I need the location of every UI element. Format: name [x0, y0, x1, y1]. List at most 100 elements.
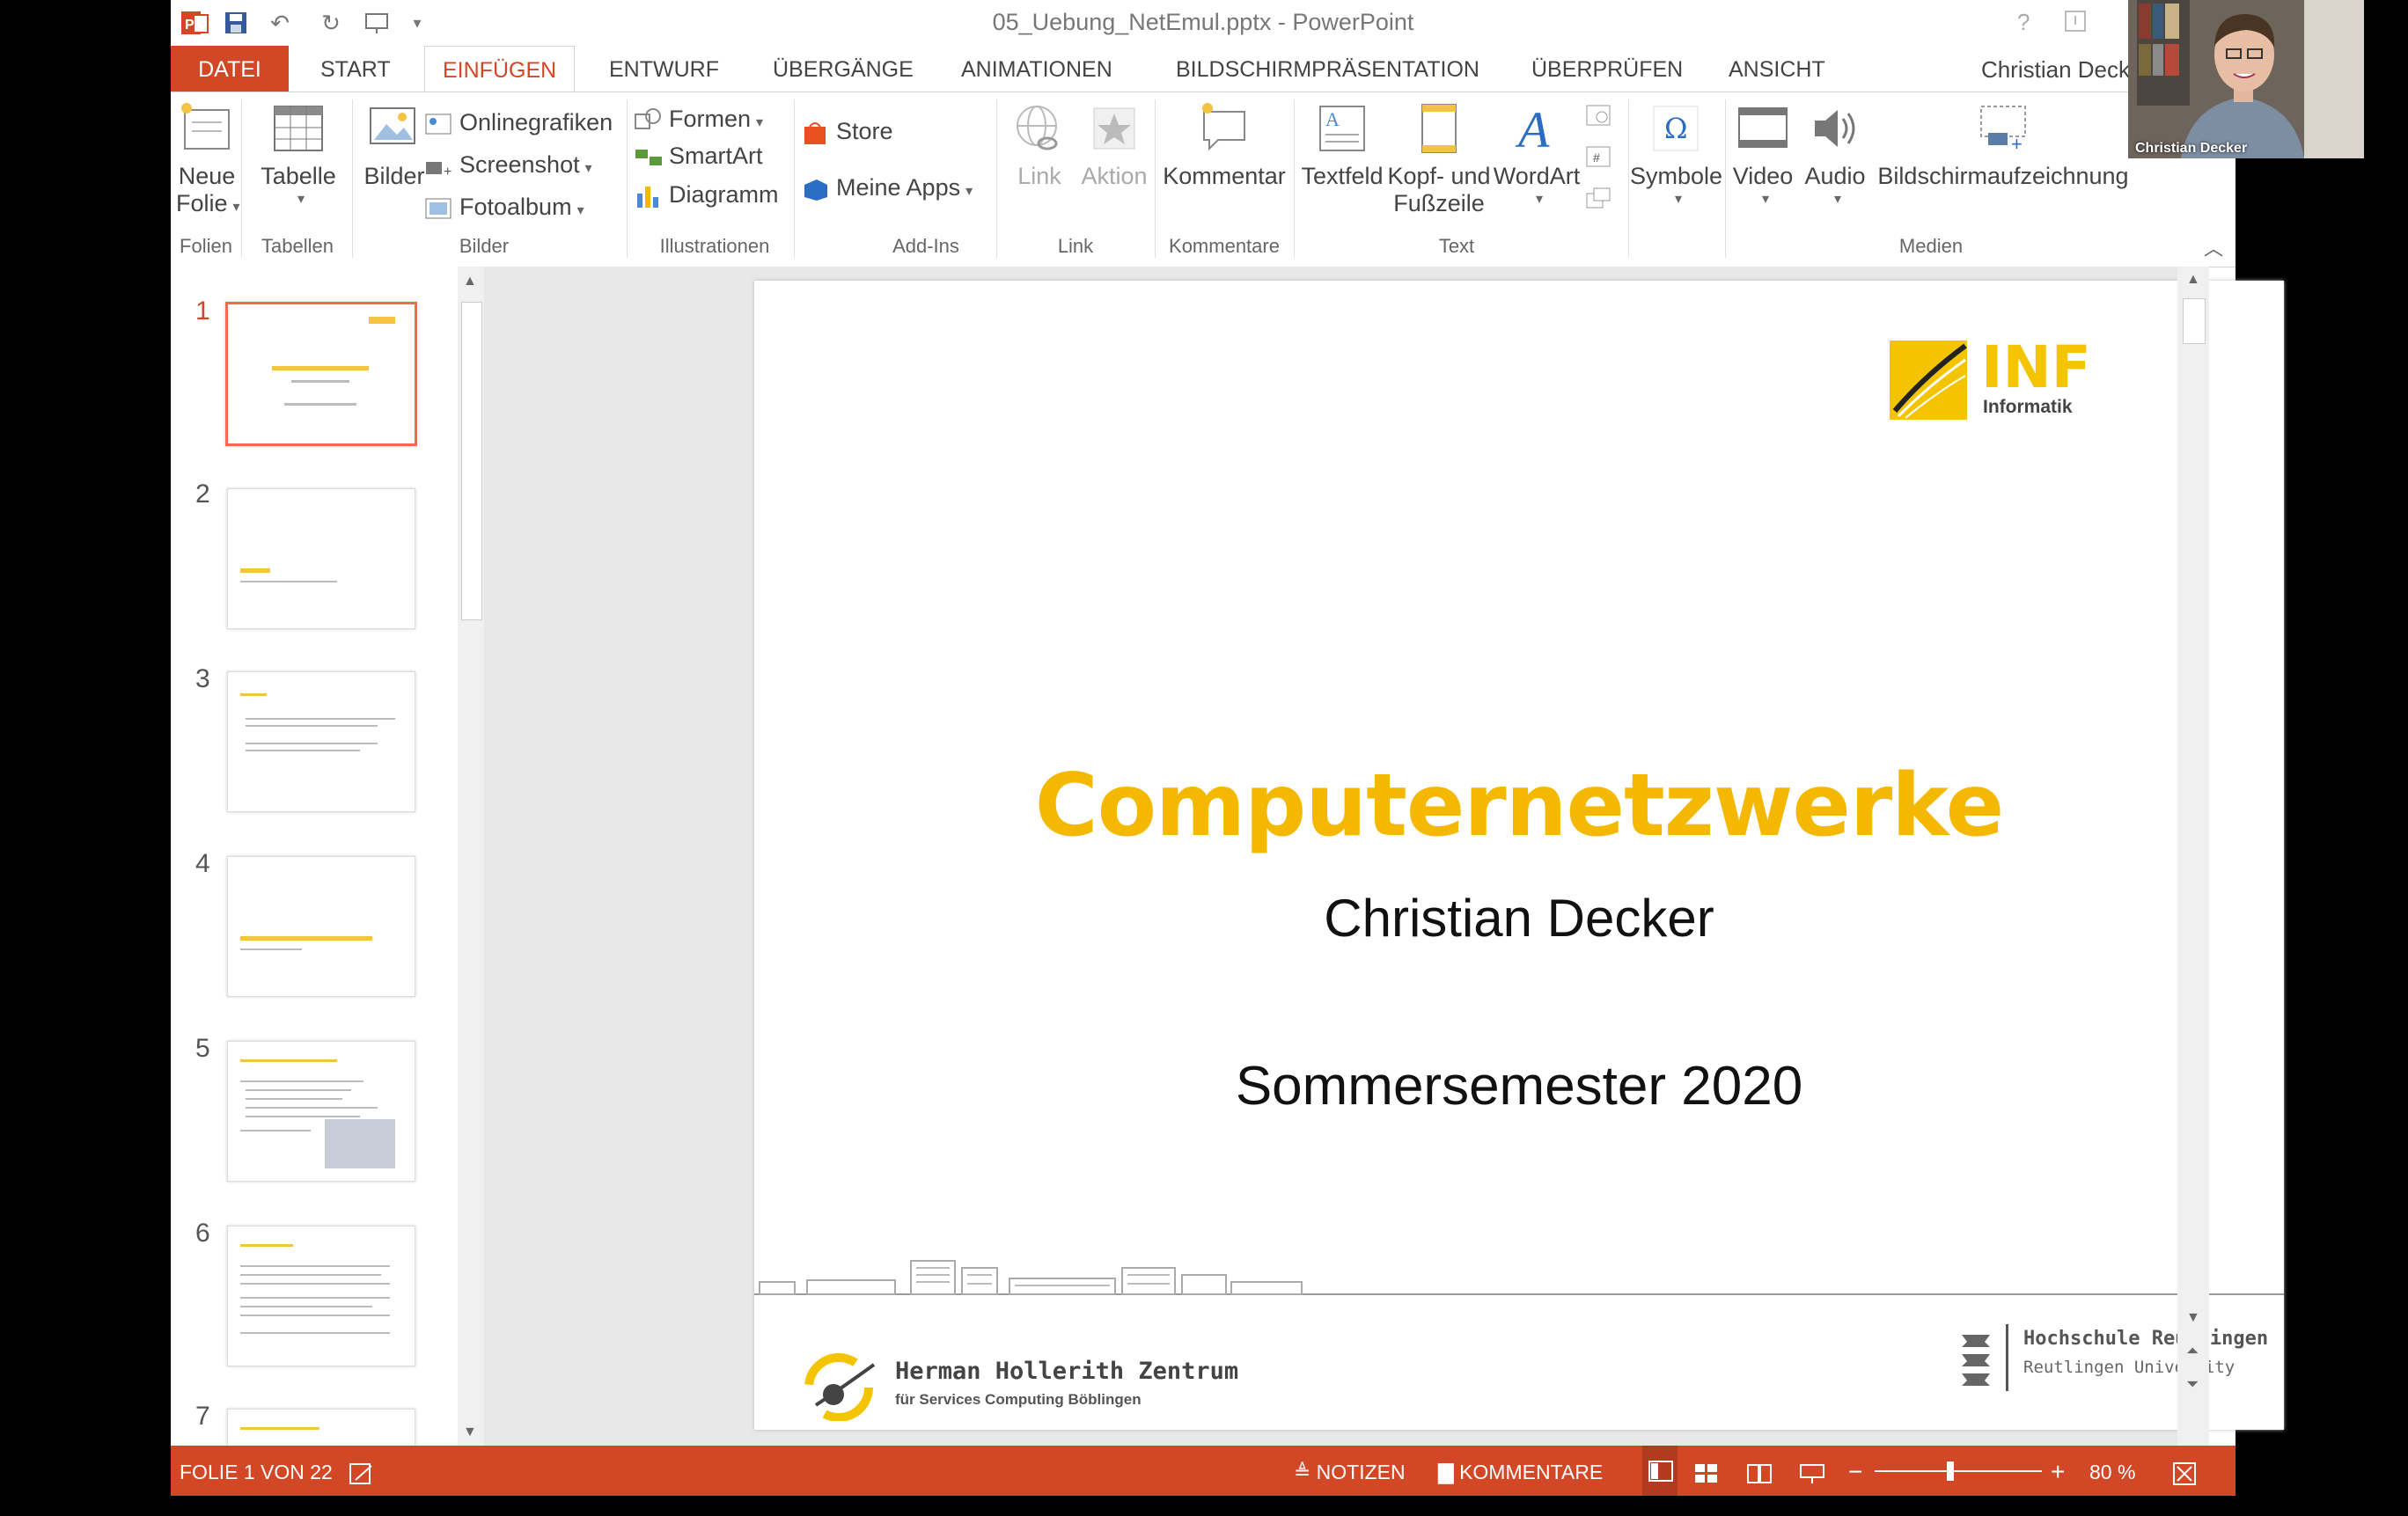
slideshow-icon	[1800, 1463, 1824, 1483]
comment-button[interactable]: Kommentar	[1158, 101, 1290, 190]
symbols-button[interactable]: Ω Symbole ▾	[1630, 101, 1722, 208]
link-globe-icon	[1012, 101, 1067, 156]
thumbnail-scrollbar[interactable]: ▲ ▼	[458, 267, 484, 1446]
photo-album-button[interactable]: Fotoalbum ▾	[424, 189, 584, 224]
wordart-button[interactable]: A WordArt ▾	[1493, 101, 1581, 208]
store-button[interactable]: Store	[801, 114, 893, 149]
thumbnail-scroll-thumb[interactable]	[461, 302, 482, 620]
speaker-icon	[1808, 101, 1862, 156]
group-label-folien: Folien	[180, 235, 232, 257]
scroll-up-icon[interactable]: ▲	[2186, 272, 2200, 288]
slide-sorter-button[interactable]	[1693, 1446, 1720, 1498]
scroll-down-icon[interactable]: ▼	[2186, 1310, 2200, 1326]
slide-title: Computernetzwerke	[1034, 756, 2004, 856]
slide-editor: INF Informatik Computernetzwerke Christi…	[484, 267, 2284, 1446]
shapes-icon	[634, 107, 664, 134]
ribbon-display-icon[interactable]	[2063, 9, 2088, 40]
tab-einfuegen[interactable]: EINFÜGEN	[424, 46, 576, 93]
scroll-up-icon[interactable]: ▲	[463, 274, 477, 289]
thumbnail-number: 6	[195, 1219, 210, 1248]
slide-thumbnail-7[interactable]	[227, 1409, 415, 1446]
notes-button[interactable]: ≜ NOTIZEN	[1294, 1446, 1406, 1498]
apps-icon	[801, 176, 831, 202]
zoom-out-button[interactable]: −	[1848, 1446, 1862, 1498]
reading-view-icon	[1747, 1463, 1772, 1483]
shapes-label: Formen	[669, 106, 752, 132]
slide-number-icon[interactable]: #	[1584, 144, 1616, 173]
normal-view-icon	[1648, 1461, 1673, 1482]
notes-icon: ≜	[1294, 1461, 1317, 1483]
slide-thumbnail-2[interactable]	[227, 488, 415, 629]
tab-animationen[interactable]: ANIMATIONEN	[961, 46, 1112, 92]
comments-button[interactable]: ▇ KOMMENTARE	[1438, 1446, 1603, 1498]
slide-thumbnail-4[interactable]	[227, 856, 415, 997]
link-button[interactable]: Link	[1002, 101, 1077, 190]
normal-view-button[interactable]	[1642, 1446, 1678, 1496]
next-slide-icon[interactable]: ⏷	[2186, 1375, 2199, 1394]
collapse-ribbon-icon[interactable]: ︿	[2204, 233, 2223, 261]
header-footer-button[interactable]: Kopf- und Fußzeile	[1382, 101, 1496, 217]
editor-scroll-thumb[interactable]	[2183, 298, 2206, 344]
screen-recording-button[interactable]: + Bildschirmaufzeichnung	[1873, 101, 2133, 190]
status-bar: FOLIE 1 VON 22 ≜ NOTIZEN ▇ KOMMENTARE − …	[171, 1446, 2235, 1496]
screen-recording-label: Bildschirmaufzeichnung	[1877, 163, 2129, 189]
reading-view-button[interactable]	[1746, 1446, 1773, 1498]
spellcheck-icon[interactable]	[349, 1446, 375, 1498]
online-pictures-button[interactable]: Onlinegrafiken	[424, 105, 613, 140]
scroll-down-icon[interactable]: ▼	[463, 1424, 477, 1440]
tab-ueberpruefen[interactable]: ÜBERPRÜFEN	[1531, 46, 1683, 92]
chart-button[interactable]: Diagramm	[634, 177, 779, 212]
thumbnail-number: 5	[195, 1034, 210, 1063]
slide-thumbnail-3[interactable]	[227, 671, 415, 812]
account-name[interactable]: Christian Deck	[1981, 46, 2130, 93]
zoom-in-button[interactable]: +	[2051, 1446, 2065, 1498]
comments-icon: ▇	[1438, 1461, 1460, 1483]
slide-thumbnail-5[interactable]	[227, 1041, 415, 1182]
zoom-level[interactable]: 80 %	[2089, 1446, 2135, 1498]
action-label: Aktion	[1081, 163, 1148, 189]
camera-icon: +	[424, 153, 454, 179]
smartart-label: SmartArt	[669, 143, 763, 169]
tab-uebergaenge[interactable]: ÜBERGÄNGE	[773, 46, 914, 92]
tab-ansicht[interactable]: ANSICHT	[1729, 46, 1825, 92]
action-button[interactable]: Aktion	[1077, 101, 1151, 190]
chevron-down-icon: ▾	[965, 184, 973, 199]
reutlingen-crest-icon	[1958, 1326, 1993, 1391]
photo-album-label: Fotoalbum	[459, 194, 572, 220]
smartart-button[interactable]: SmartArt	[634, 138, 763, 173]
zoom-slider-thumb[interactable]	[1947, 1461, 1954, 1481]
video-button[interactable]: Video ▾	[1727, 101, 1799, 208]
zoom-slider[interactable]	[1875, 1470, 2042, 1472]
screenshot-button[interactable]: + Screenshot ▾	[424, 147, 592, 182]
help-icon[interactable]: ?	[2017, 9, 2030, 36]
editor-scrollbar[interactable]: ▲ ▼ ⏶ ⏷	[2177, 267, 2209, 1446]
group-label-bilder: Bilder	[459, 235, 510, 257]
object-icon[interactable]	[1584, 186, 1616, 215]
slide-canvas[interactable]: INF Informatik Computernetzwerke Christi…	[754, 281, 2284, 1430]
symbols-label: Symbole	[1630, 163, 1723, 189]
slide-thumbnail-6[interactable]	[227, 1226, 415, 1366]
textbox-button[interactable]: A Textfeld	[1294, 101, 1391, 190]
tab-start[interactable]: START	[320, 46, 391, 92]
tab-datei[interactable]: DATEI	[171, 46, 289, 92]
slideshow-button[interactable]	[1799, 1446, 1825, 1498]
chevron-down-icon: ▾	[756, 115, 764, 130]
fit-to-window-button[interactable]	[2170, 1446, 2199, 1498]
tab-entwurf[interactable]: ENTWURF	[609, 46, 719, 92]
chart-label: Diagramm	[669, 181, 779, 208]
previous-slide-icon[interactable]: ⏶	[2186, 1342, 2199, 1360]
audio-button[interactable]: Audio ▾	[1799, 101, 1871, 208]
chevron-down-icon: ▾	[1674, 192, 1683, 207]
audio-label: Audio	[1804, 163, 1866, 189]
tab-bildschirmpraesentation[interactable]: BILDSCHIRMPRÄSENTATION	[1176, 46, 1479, 92]
group-label-tabellen: Tabellen	[261, 235, 334, 257]
chevron-down-icon: ▾	[576, 203, 584, 218]
slide-thumbnail-1[interactable]	[225, 302, 417, 446]
thumbnail-number: 7	[195, 1402, 210, 1431]
my-apps-label: Meine Apps	[836, 174, 961, 201]
table-button[interactable]: Tabelle ▾	[250, 101, 347, 208]
new-slide-button[interactable]: Neue Folie ▾	[176, 101, 240, 217]
my-apps-button[interactable]: Meine Apps ▾	[801, 170, 973, 205]
shapes-button[interactable]: Formen ▾	[634, 101, 763, 136]
date-time-icon[interactable]	[1584, 103, 1616, 132]
